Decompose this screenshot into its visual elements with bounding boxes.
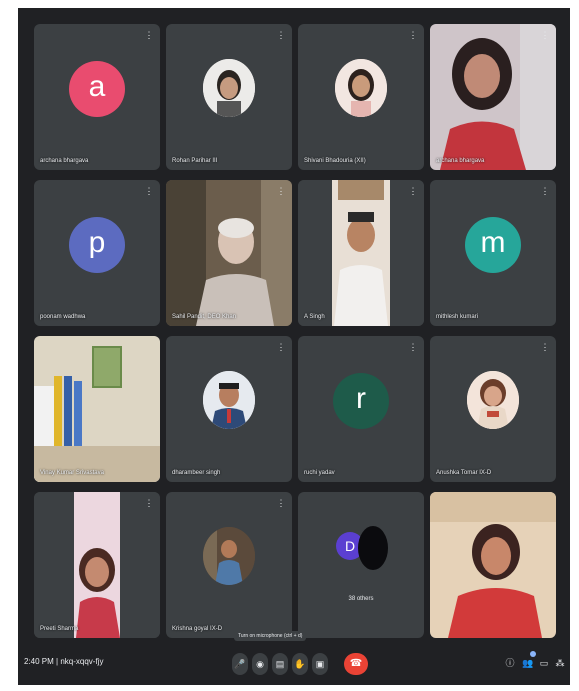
participant-name: Shivani Bhadouria (XII) xyxy=(304,158,366,164)
captions-icon[interactable]: ▤ xyxy=(272,653,288,675)
participant-name: Preeti Sharma xyxy=(40,626,79,632)
participant-name: dharambeer singh xyxy=(172,470,221,476)
avatar xyxy=(203,371,255,429)
avatar xyxy=(203,527,255,585)
participant-name: Sahil Pandit, DEO Khan xyxy=(172,314,237,320)
avatar xyxy=(203,59,255,117)
participant-name: Vinay Kumar Srivastava xyxy=(40,470,104,476)
participant-name: poonam wadhwa xyxy=(40,314,86,320)
participant-name: mithlesh kumari xyxy=(436,314,479,320)
participant-tile[interactable] xyxy=(430,492,556,638)
participant-tile[interactable]: ⋮ Anushka Tomar IX-D xyxy=(430,336,556,482)
mic-off-icon: ⋮ xyxy=(144,186,154,196)
mic-off-icon: ⋮ xyxy=(540,186,550,196)
participant-name: A Singh xyxy=(304,314,325,320)
participant-video xyxy=(166,180,292,326)
info-icon[interactable]: ⓘ xyxy=(504,657,516,669)
participant-tile[interactable]: ⋮ dharambeer singh xyxy=(166,336,292,482)
participant-tile[interactable]: ⋮ Krishna goyal IX-D xyxy=(166,492,292,638)
mic-off-icon: ⋮ xyxy=(276,498,286,508)
participant-name: Krishna goyal IX-D xyxy=(172,626,223,632)
participant-tile[interactable]: ⋮ A Singh xyxy=(298,180,424,326)
camera-icon[interactable]: ◉ xyxy=(252,653,268,675)
participant-name: Rohan Parihar III xyxy=(172,158,218,164)
participant-avatar: m xyxy=(465,217,521,273)
participant-name: archana bhargava xyxy=(436,158,485,164)
mic-off-icon: ⋮ xyxy=(276,30,286,40)
meeting-clock-and-code: 2:40 PM | nkq-xqqv-fjy xyxy=(24,657,104,666)
participant-tile[interactable]: ⋮ Preeti Sharma xyxy=(34,492,160,638)
raise-hand-icon[interactable]: ✋ xyxy=(292,653,308,675)
participant-tile[interactable]: ⋮ Shivani Bhadouria (XII) xyxy=(298,24,424,170)
mic-off-icon: ⋮ xyxy=(408,342,418,352)
participant-tile[interactable]: Vinay Kumar Srivastava xyxy=(34,336,160,482)
mic-off-icon: ⋮ xyxy=(276,342,286,352)
mic-off-icon: ⋮ xyxy=(144,498,154,508)
activities-icon[interactable]: ⁂ xyxy=(554,657,566,669)
participant-tile[interactable]: a ⋮ archana bhargava xyxy=(34,24,160,170)
mic-off-icon: ⋮ xyxy=(144,30,154,40)
avatar xyxy=(467,371,519,429)
participant-tile[interactable]: r ⋮ ruchi yadav xyxy=(298,336,424,482)
meeting-window: a ⋮ archana bhargava ⋮ Rohan Parihar III… xyxy=(18,8,570,685)
participant-tile[interactable]: m ⋮ mithlesh kumari xyxy=(430,180,556,326)
participant-video xyxy=(298,180,424,326)
participant-avatar: p xyxy=(69,217,125,273)
mic-tooltip: Turn on microphone (ctrl + d) xyxy=(234,631,307,641)
meeting-code: nkq-xqqv-fjy xyxy=(60,657,104,666)
people-count-badge xyxy=(530,651,536,657)
mic-off-icon: ⋮ xyxy=(408,30,418,40)
participant-video xyxy=(430,492,556,638)
others-tile[interactable]: D 38 others xyxy=(298,492,424,638)
participant-name: archana bhargava xyxy=(40,158,89,164)
mic-icon[interactable]: 🎤 xyxy=(232,653,248,675)
participant-avatar: a xyxy=(69,61,125,117)
meeting-time: 2:40 PM xyxy=(24,657,54,666)
participant-avatar: r xyxy=(333,373,389,429)
end-call-icon[interactable]: ☎ xyxy=(344,653,368,675)
mic-off-icon: ⋮ xyxy=(540,342,550,352)
meeting-toolbar: 2:40 PM | nkq-xqqv-fjy Turn on microphon… xyxy=(18,631,570,685)
participant-tile[interactable]: ⋮ Sahil Pandit, DEO Khan xyxy=(166,180,292,326)
people-icon[interactable]: 👥 xyxy=(522,657,534,669)
mic-off-icon: ⋮ xyxy=(276,186,286,196)
mic-off-icon: ⋮ xyxy=(408,186,418,196)
chat-icon[interactable]: ▭ xyxy=(538,657,550,669)
participant-name: Anushka Tomar IX-D xyxy=(436,470,492,476)
mic-off-icon: ⋮ xyxy=(540,30,550,40)
participant-tile[interactable]: ⋮ Rohan Parihar III xyxy=(166,24,292,170)
participant-video xyxy=(34,336,160,482)
participant-tile[interactable]: p ⋮ poonam wadhwa xyxy=(34,180,160,326)
participant-tile[interactable]: ⋮ archana bhargava xyxy=(430,24,556,170)
participant-video xyxy=(430,24,556,170)
others-avatar xyxy=(358,526,388,570)
participant-name: ruchi yadav xyxy=(304,470,335,476)
avatar xyxy=(335,59,387,117)
others-count: 38 others xyxy=(348,596,374,602)
present-icon[interactable]: ▣ xyxy=(312,653,328,675)
participant-video xyxy=(34,492,160,638)
